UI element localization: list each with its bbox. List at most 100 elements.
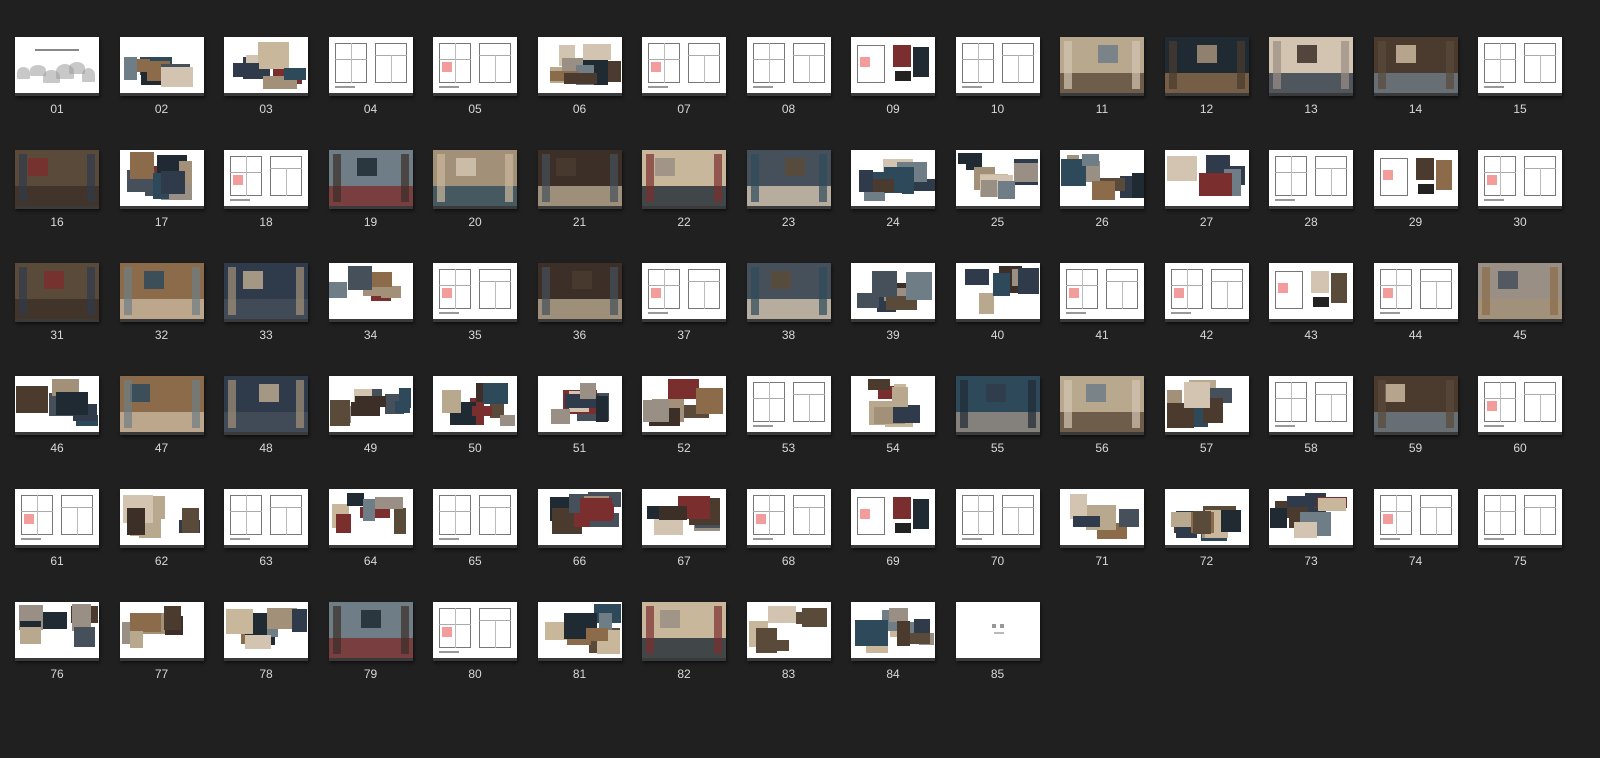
slide-thumbnail-image[interactable] [642, 37, 726, 96]
slide-thumbnail-item[interactable]: 58 [1269, 376, 1353, 468]
slide-thumbnail-item[interactable]: 53 [746, 376, 831, 468]
slide-thumbnail-item[interactable]: 69 [851, 489, 935, 581]
slide-thumbnail-image[interactable] [746, 37, 831, 96]
slide-thumbnail-item[interactable]: 43 [1269, 263, 1353, 355]
slide-thumbnail-item[interactable]: 12 [1164, 37, 1249, 129]
slide-thumbnail-item[interactable]: 37 [642, 263, 726, 355]
slide-thumbnail-image[interactable] [1269, 376, 1353, 435]
slide-thumbnail-item[interactable]: 76 [15, 602, 99, 694]
slide-thumbnail-image[interactable] [1060, 489, 1144, 548]
slide-thumbnail-item[interactable]: 36 [537, 263, 622, 355]
slide-thumbnail-image[interactable] [1164, 263, 1249, 322]
slide-thumbnail-image[interactable] [1164, 150, 1249, 209]
slide-thumbnail-item[interactable]: 11 [1060, 37, 1144, 129]
slide-thumbnail-image[interactable] [119, 602, 204, 661]
slide-thumbnail-item[interactable]: 63 [224, 489, 308, 581]
slide-thumbnail-item[interactable]: 15 [1478, 37, 1562, 129]
slide-thumbnail-image[interactable] [851, 263, 935, 322]
slide-thumbnail-item[interactable]: 45 [1478, 263, 1562, 355]
slide-thumbnail-image[interactable] [537, 602, 622, 661]
slide-thumbnail-item[interactable]: 70 [955, 489, 1040, 581]
slide-thumbnail-image[interactable] [1060, 37, 1144, 96]
slide-thumbnail-image[interactable] [1373, 489, 1458, 548]
slide-thumbnail-image[interactable] [224, 376, 308, 435]
slide-thumbnail-image[interactable] [537, 263, 622, 322]
slide-thumbnail-image[interactable] [328, 37, 413, 96]
slide-thumbnail-image[interactable] [15, 376, 99, 435]
slide-thumbnail-image[interactable] [1269, 150, 1353, 209]
slide-thumbnail-image[interactable] [224, 37, 308, 96]
slide-thumbnail-image[interactable] [328, 263, 413, 322]
slide-thumbnail-item[interactable]: 61 [15, 489, 99, 581]
slide-thumbnail-image[interactable] [433, 602, 517, 661]
slide-thumbnail-image[interactable] [1164, 376, 1249, 435]
slide-thumbnail-image[interactable] [1373, 263, 1458, 322]
slide-thumbnail-image[interactable] [851, 489, 935, 548]
slide-thumbnail-item[interactable]: 06 [537, 37, 622, 129]
slide-thumbnail-image[interactable] [1478, 376, 1562, 435]
slide-thumbnail-item[interactable]: 03 [224, 37, 308, 129]
slide-thumbnail-image[interactable] [1269, 37, 1353, 96]
slide-thumbnail-item[interactable]: 50 [433, 376, 517, 468]
slide-thumbnail-image[interactable] [224, 602, 308, 661]
slide-thumbnail-image[interactable] [955, 37, 1040, 96]
slide-thumbnail-item[interactable]: 83 [746, 602, 831, 694]
slide-thumbnail-image[interactable] [1269, 263, 1353, 322]
slide-thumbnail-image[interactable] [746, 489, 831, 548]
slide-thumbnail-image[interactable] [851, 150, 935, 209]
slide-thumbnail-image[interactable] [746, 602, 831, 661]
slide-thumbnail-item[interactable]: 77 [119, 602, 204, 694]
slide-thumbnail-image[interactable] [851, 37, 935, 96]
slide-thumbnail-item[interactable]: 40 [955, 263, 1040, 355]
slide-thumbnail-item[interactable]: 68 [746, 489, 831, 581]
slide-thumbnail-image[interactable] [224, 150, 308, 209]
slide-thumbnail-item[interactable]: 02 [119, 37, 204, 129]
slide-thumbnail-item[interactable]: 30 [1478, 150, 1562, 242]
slide-thumbnail-image[interactable] [224, 489, 308, 548]
slide-thumbnail-image[interactable] [1478, 37, 1562, 96]
slide-thumbnail-image[interactable] [642, 489, 726, 548]
slide-thumbnail-item[interactable]: 20 [433, 150, 517, 242]
slide-thumbnail-item[interactable]: 26 [1060, 150, 1144, 242]
slide-thumbnail-item[interactable]: 14 [1373, 37, 1458, 129]
slide-thumbnail-item[interactable]: 19 [328, 150, 413, 242]
slide-thumbnail-image[interactable] [119, 150, 204, 209]
slide-thumbnail-item[interactable]: 31 [15, 263, 99, 355]
slide-thumbnail-image[interactable] [955, 602, 1040, 661]
slide-thumbnail-image[interactable] [1060, 376, 1144, 435]
slide-thumbnail-item[interactable]: 44 [1373, 263, 1458, 355]
slide-thumbnail-item[interactable]: 59 [1373, 376, 1458, 468]
slide-thumbnail-item[interactable]: 23 [746, 150, 831, 242]
slide-thumbnail-image[interactable] [1478, 489, 1562, 548]
slide-thumbnail-item[interactable]: 67 [642, 489, 726, 581]
slide-thumbnail-item[interactable]: 35 [433, 263, 517, 355]
slide-thumbnail-item[interactable]: 25 [955, 150, 1040, 242]
slide-thumbnail-image[interactable] [642, 263, 726, 322]
slide-thumbnail-item[interactable]: 75 [1478, 489, 1562, 581]
slide-thumbnail-item[interactable]: 57 [1164, 376, 1249, 468]
slide-thumbnail-image[interactable] [328, 489, 413, 548]
slide-thumbnail-image[interactable] [224, 263, 308, 322]
slide-thumbnail-item[interactable]: 21 [537, 150, 622, 242]
slide-thumbnail-image[interactable] [851, 376, 935, 435]
slide-thumbnail-image[interactable] [1478, 263, 1562, 322]
slide-thumbnail-item[interactable]: 22 [642, 150, 726, 242]
slide-thumbnail-item[interactable]: 27 [1164, 150, 1249, 242]
slide-thumbnail-image[interactable] [328, 150, 413, 209]
slide-thumbnail-item[interactable]: 66 [537, 489, 622, 581]
slide-thumbnail-item[interactable]: 39 [851, 263, 935, 355]
slide-thumbnail-item[interactable]: 56 [1060, 376, 1144, 468]
slide-thumbnail-image[interactable] [15, 489, 99, 548]
slide-thumbnail-image[interactable] [955, 376, 1040, 435]
slide-thumbnail-item[interactable]: 84 [851, 602, 935, 694]
slide-thumbnail-image[interactable] [119, 37, 204, 96]
slide-thumbnail-image[interactable] [433, 489, 517, 548]
slide-thumbnail-image[interactable] [537, 37, 622, 96]
slide-thumbnail-image[interactable] [1373, 150, 1458, 209]
slide-thumbnail-item[interactable]: 54 [851, 376, 935, 468]
slide-thumbnail-image[interactable] [746, 263, 831, 322]
slide-thumbnail-image[interactable] [15, 263, 99, 322]
slide-thumbnail-item[interactable]: 16 [15, 150, 99, 242]
slide-thumbnail-image[interactable] [955, 263, 1040, 322]
slide-thumbnail-image[interactable] [1373, 376, 1458, 435]
